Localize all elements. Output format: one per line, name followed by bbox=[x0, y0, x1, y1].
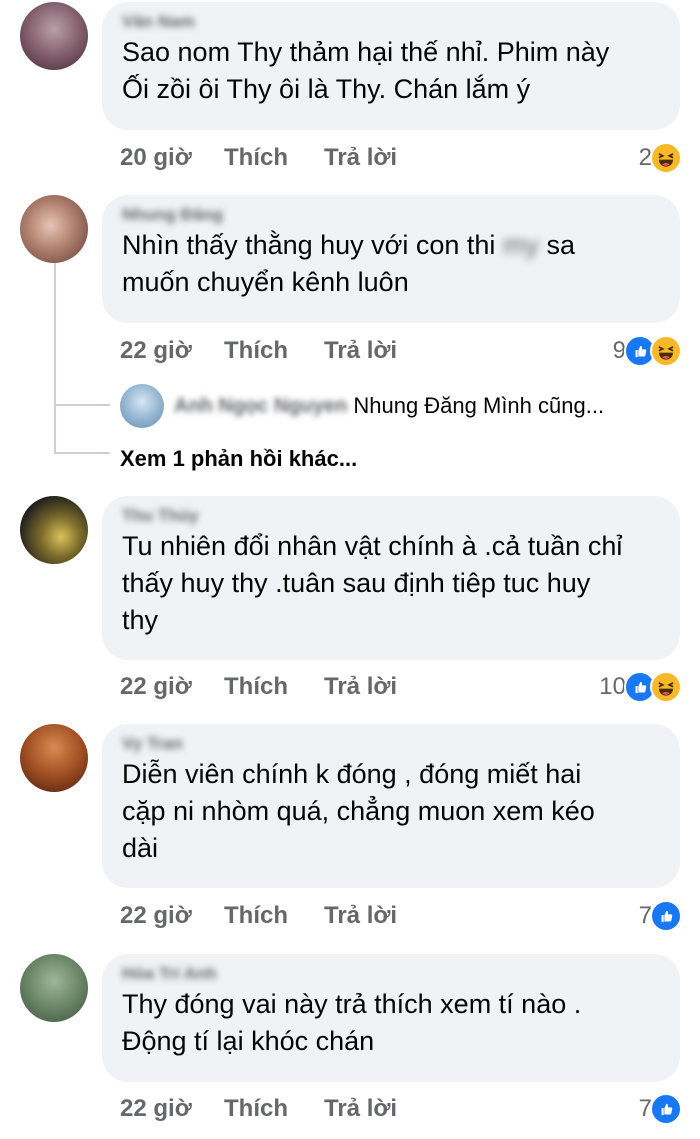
comment-time[interactable]: 22 giờ bbox=[120, 336, 224, 366]
reaction-summary[interactable]: 7 bbox=[639, 1093, 682, 1125]
like-button[interactable]: Thích bbox=[224, 143, 324, 173]
comment-bubble: Văn Nam Sao nom Thy thảm hại thế nhỉ. Ph… bbox=[102, 2, 680, 130]
avatar[interactable] bbox=[20, 954, 88, 1022]
comment-text: Thy đóng vai này trả thích xem tí nào . … bbox=[122, 989, 582, 1056]
reply-preview[interactable]: Anh Ngọc Nguyen Nhung Đăng Mình cũng... bbox=[120, 383, 604, 429]
comment-text: Sao nom Thy thảm hại thế nhỉ. Phim này Ố… bbox=[122, 37, 610, 104]
reaction-count: 10 bbox=[599, 673, 626, 700]
avatar[interactable] bbox=[20, 195, 88, 263]
comment-bubble: Nhung Đăng Nhìn thấy thằng huy với con t… bbox=[102, 195, 680, 323]
like-button[interactable]: Thích bbox=[224, 1094, 324, 1124]
blurred-text: my bbox=[502, 230, 539, 260]
reply-author-name[interactable]: Anh Ngọc Nguyen bbox=[174, 395, 347, 418]
like-button[interactable]: Thích bbox=[224, 901, 324, 931]
haha-icon bbox=[650, 335, 682, 367]
reply-button[interactable]: Trả lời bbox=[324, 901, 397, 931]
reaction-summary[interactable]: 10 bbox=[599, 671, 682, 703]
view-more-replies-link[interactable]: Xem 1 phản hồi khác... bbox=[120, 443, 357, 475]
reaction-summary[interactable]: 2 bbox=[639, 142, 682, 174]
reply-button[interactable]: Trả lời bbox=[324, 336, 397, 366]
avatar[interactable] bbox=[20, 2, 88, 70]
commenter-name[interactable]: Hòa Trí Anh bbox=[122, 962, 660, 986]
reply-preview-text: Nhung Đăng Mình cũng... bbox=[353, 393, 605, 418]
haha-icon bbox=[650, 142, 682, 174]
comment-bubble: Hòa Trí Anh Thy đóng vai này trả thích x… bbox=[102, 954, 680, 1082]
comment-text: Tu nhiên đổi nhân vật chính à .cả tuần c… bbox=[122, 531, 623, 635]
commenter-name[interactable]: Văn Nam bbox=[122, 10, 660, 34]
reply-button[interactable]: Trả lời bbox=[324, 1094, 397, 1124]
reaction-summary[interactable]: 9 bbox=[613, 335, 682, 367]
reply-button[interactable]: Trả lời bbox=[324, 143, 397, 173]
comment-actions: 22 giờ Thích Trả lời bbox=[120, 901, 397, 931]
reply-button[interactable]: Trả lời bbox=[324, 672, 397, 702]
comment-bubble: Vy Tran Diễn viên chính k đóng , đóng mi… bbox=[102, 724, 680, 888]
comment-text: Diễn viên chính k đóng , đóng miết hai c… bbox=[122, 759, 595, 863]
reaction-summary[interactable]: 7 bbox=[639, 900, 682, 932]
comment-time[interactable]: 22 giờ bbox=[120, 1094, 224, 1124]
like-icon bbox=[650, 900, 682, 932]
commenter-name[interactable]: Nhung Đăng bbox=[122, 203, 660, 227]
thread-connector bbox=[54, 262, 56, 452]
comment-time[interactable]: 22 giờ bbox=[120, 901, 224, 931]
comment-actions: 22 giờ Thích Trả lời bbox=[120, 336, 397, 366]
comment-actions: 20 giờ Thích Trả lời bbox=[120, 143, 397, 173]
thread-connector-branch-2 bbox=[54, 452, 110, 454]
comment-time[interactable]: 22 giờ bbox=[120, 672, 224, 702]
thread-connector-branch bbox=[54, 404, 110, 406]
comment-text: Nhìn thấy thằng huy với con thi my sa mu… bbox=[122, 230, 575, 297]
avatar[interactable] bbox=[120, 384, 164, 428]
comment-bubble: Thu Thúy Tu nhiên đổi nhân vật chính à .… bbox=[102, 496, 680, 660]
commenter-name[interactable]: Vy Tran bbox=[122, 732, 660, 756]
commenter-name[interactable]: Thu Thúy bbox=[122, 504, 660, 528]
comment-actions: 22 giờ Thích Trả lời bbox=[120, 1094, 397, 1124]
like-icon bbox=[650, 1093, 682, 1125]
comment-actions: 22 giờ Thích Trả lời bbox=[120, 672, 397, 702]
like-button[interactable]: Thích bbox=[224, 672, 324, 702]
avatar[interactable] bbox=[20, 496, 88, 564]
avatar[interactable] bbox=[20, 724, 88, 792]
comment-time[interactable]: 20 giờ bbox=[120, 143, 224, 173]
like-button[interactable]: Thích bbox=[224, 336, 324, 366]
haha-icon bbox=[650, 671, 682, 703]
